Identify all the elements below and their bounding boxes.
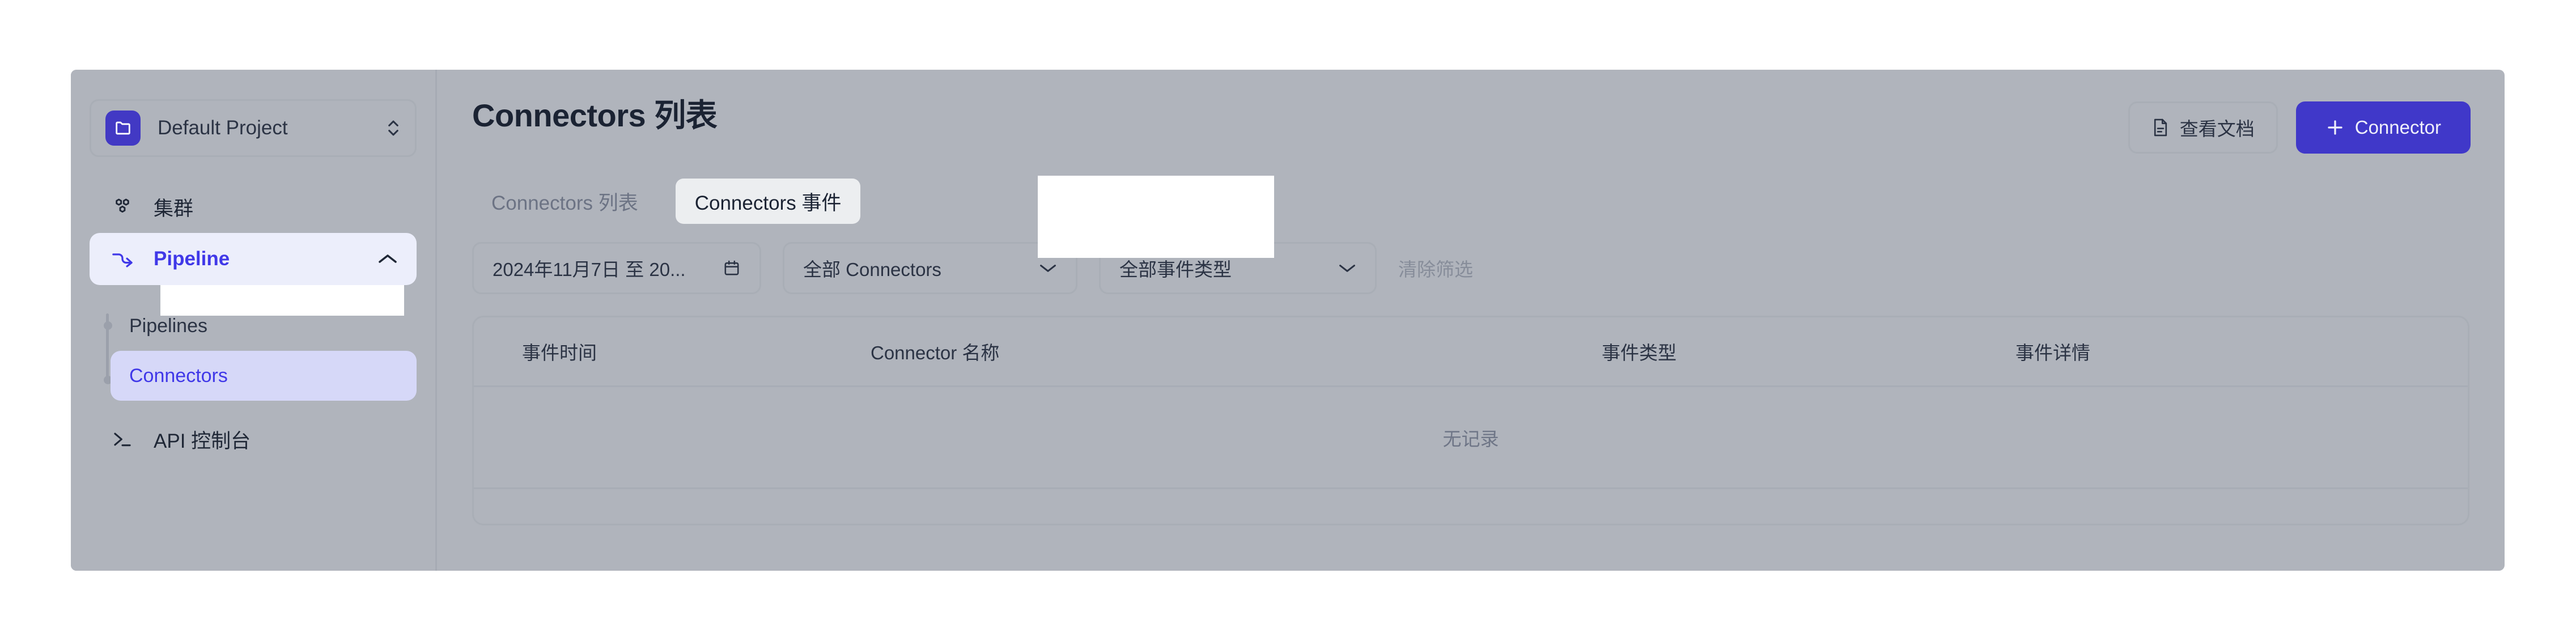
project-name: Default Project: [158, 117, 288, 139]
terminal-icon: [108, 429, 137, 449]
clear-filters-button[interactable]: 清除筛选: [1398, 254, 1473, 282]
sidebar-subitem-label: Connectors: [129, 364, 228, 387]
sidebar-item-label: API 控制台: [154, 430, 251, 452]
sidebar-item-pipeline[interactable]: Pipeline: [90, 233, 417, 285]
table-footer: [474, 489, 2468, 522]
pipeline-icon: [108, 249, 137, 269]
main-content: Connectors 列表 查看文档 Connector Connectors …: [437, 70, 2505, 571]
sidebar-subitem-label: Pipelines: [129, 315, 207, 337]
add-connector-label: Connector: [2354, 117, 2441, 138]
view-docs-button[interactable]: 查看文档: [2128, 101, 2278, 154]
header-actions: 查看文档 Connector: [2128, 98, 2471, 154]
empty-state-text: 无记录: [1442, 428, 1499, 449]
page-header: Connectors 列表 查看文档 Connector: [437, 70, 2505, 154]
events-table: 事件时间 Connector 名称 事件类型 事件详情 无记录: [472, 316, 2469, 525]
app-window: Default Project 集群 Pipeline Pipelines Co…: [71, 70, 2505, 571]
table-body: 无记录: [474, 387, 2468, 489]
add-connector-button[interactable]: Connector: [2295, 101, 2471, 154]
tab-bar: Connectors 列表 Connectors 事件: [437, 171, 2505, 258]
column-header-connector-name: Connector 名称: [871, 342, 1000, 363]
plus-icon: [2325, 118, 2345, 137]
tab-connectors-list[interactable]: Connectors 列表: [472, 179, 657, 224]
sidebar-subitem-pipelines[interactable]: Pipelines: [111, 301, 417, 351]
filter-bar: 2024年11月7日 至 20... 全部 Connectors 全部事件类型 …: [437, 242, 2505, 294]
view-docs-label: 查看文档: [2179, 118, 2255, 139]
sidebar-item-label: 集群: [154, 197, 194, 220]
chevron-up-icon[interactable]: [377, 253, 398, 265]
project-switcher[interactable]: Default Project: [90, 99, 417, 157]
column-header-event-type: 事件类型: [1602, 342, 1677, 363]
cluster-icon: [108, 196, 137, 218]
table-header-row: 事件时间 Connector 名称 事件类型 事件详情: [474, 317, 2468, 387]
date-range-picker[interactable]: 2024年11月7日 至 20...: [472, 242, 761, 294]
column-header-event-detail: 事件详情: [2015, 342, 2090, 363]
sidebar-item-api-console[interactable]: API 控制台: [90, 413, 417, 465]
sidebar-nav: 集群 Pipeline Pipelines Connectors API 控制台: [71, 181, 435, 465]
connector-select[interactable]: 全部 Connectors: [783, 242, 1077, 294]
document-icon: [2151, 117, 2170, 138]
event-type-select-value: 全部事件类型: [1119, 259, 1232, 280]
sidebar: Default Project 集群 Pipeline Pipelines Co…: [71, 70, 437, 571]
column-header-event-time: 事件时间: [522, 342, 597, 363]
sidebar-subitem-connectors[interactable]: Connectors: [111, 351, 417, 401]
chevron-up-down-icon: [386, 117, 401, 139]
date-range-value: 2024年11月7日 至 20...: [493, 259, 686, 280]
chevron-down-icon: [1338, 262, 1356, 274]
sidebar-item-label: Pipeline: [154, 248, 230, 270]
sidebar-subnav-pipeline: Pipelines Connectors: [71, 301, 435, 401]
page-title: Connectors 列表: [472, 97, 718, 133]
calendar-icon: [723, 259, 741, 277]
folder-icon: [105, 111, 141, 146]
connector-select-value: 全部 Connectors: [803, 259, 941, 280]
chevron-down-icon: [1039, 262, 1057, 274]
sidebar-item-clusters[interactable]: 集群: [90, 181, 417, 233]
tab-connectors-events[interactable]: Connectors 事件: [675, 179, 861, 224]
focus-ring-tab-events: [1038, 176, 1274, 258]
